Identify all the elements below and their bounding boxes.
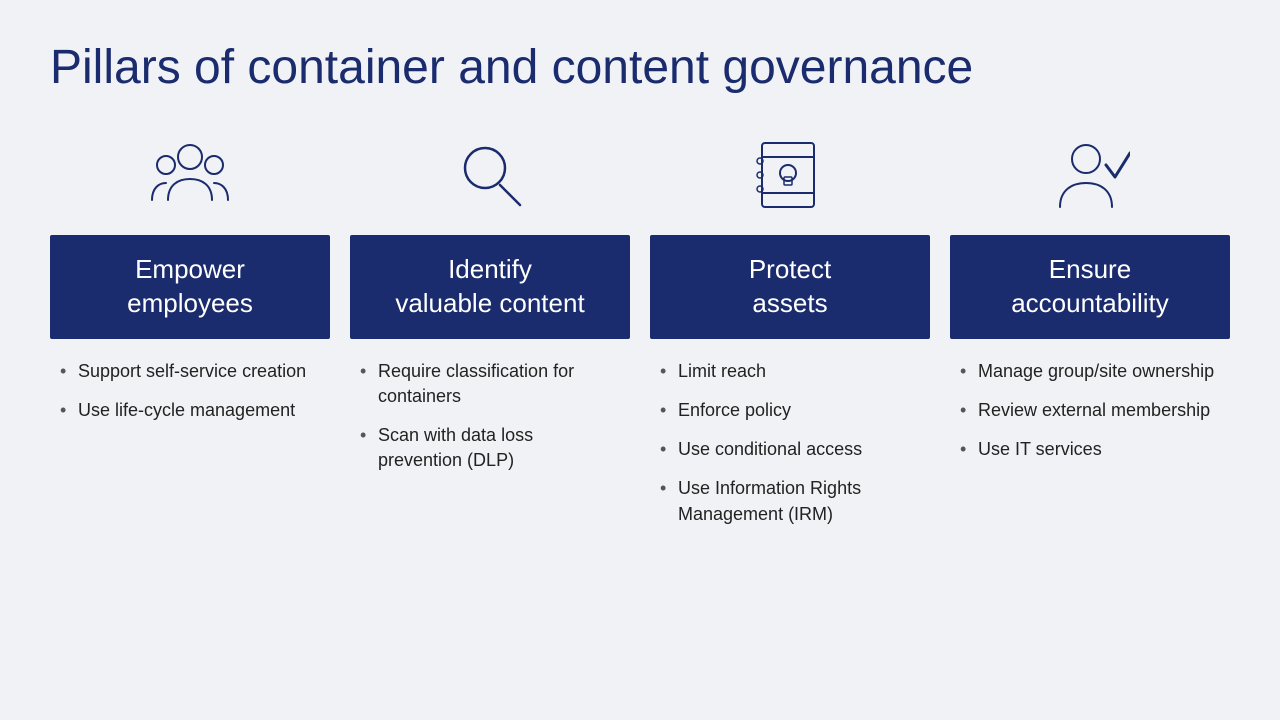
- document-lock-icon: [750, 135, 830, 215]
- pillars-container: Empoweremployees Support self-service cr…: [50, 125, 1230, 541]
- bullet-item: Scan with data loss prevention (DLP): [360, 423, 620, 473]
- bullet-item: Require classification for containers: [360, 359, 620, 409]
- ensure-header: Ensureaccountability: [950, 235, 1230, 339]
- pillar-empower: Empoweremployees Support self-service cr…: [50, 125, 330, 541]
- bullet-item: Use conditional access: [660, 437, 920, 462]
- bullet-item: Use life-cycle management: [60, 398, 320, 423]
- protect-header: Protectassets: [650, 235, 930, 339]
- empower-icon-area: [150, 125, 230, 225]
- slide-title: Pillars of container and content governa…: [50, 40, 1230, 95]
- bullet-item: Limit reach: [660, 359, 920, 384]
- pillar-protect: Protectassets Limit reach Enforce policy…: [650, 125, 930, 541]
- ensure-icon-area: [1050, 125, 1130, 225]
- search-icon: [450, 135, 530, 215]
- bullet-item: Manage group/site ownership: [960, 359, 1220, 384]
- bullet-item: Enforce policy: [660, 398, 920, 423]
- bullet-item: Use Information Rights Management (IRM): [660, 476, 920, 526]
- pillar-ensure: Ensureaccountability Manage group/site o…: [950, 125, 1230, 541]
- identify-header: Identifyvaluable content: [350, 235, 630, 339]
- protect-icon-area: [750, 125, 830, 225]
- protect-bullets: Limit reach Enforce policy Use condition…: [650, 339, 930, 541]
- empower-header: Empoweremployees: [50, 235, 330, 339]
- pillar-identify: Identifyvaluable content Require classif…: [350, 125, 630, 541]
- bullet-item: Review external membership: [960, 398, 1220, 423]
- slide: Pillars of container and content governa…: [0, 0, 1280, 720]
- bullet-item: Use IT services: [960, 437, 1220, 462]
- identify-bullets: Require classification for containers Sc…: [350, 339, 630, 488]
- empower-bullets: Support self-service creation Use life-c…: [50, 339, 330, 437]
- person-check-icon: [1050, 135, 1130, 215]
- identify-icon-area: [450, 125, 530, 225]
- bullet-item: Support self-service creation: [60, 359, 320, 384]
- people-icon: [150, 135, 230, 215]
- ensure-bullets: Manage group/site ownership Review exter…: [950, 339, 1230, 477]
